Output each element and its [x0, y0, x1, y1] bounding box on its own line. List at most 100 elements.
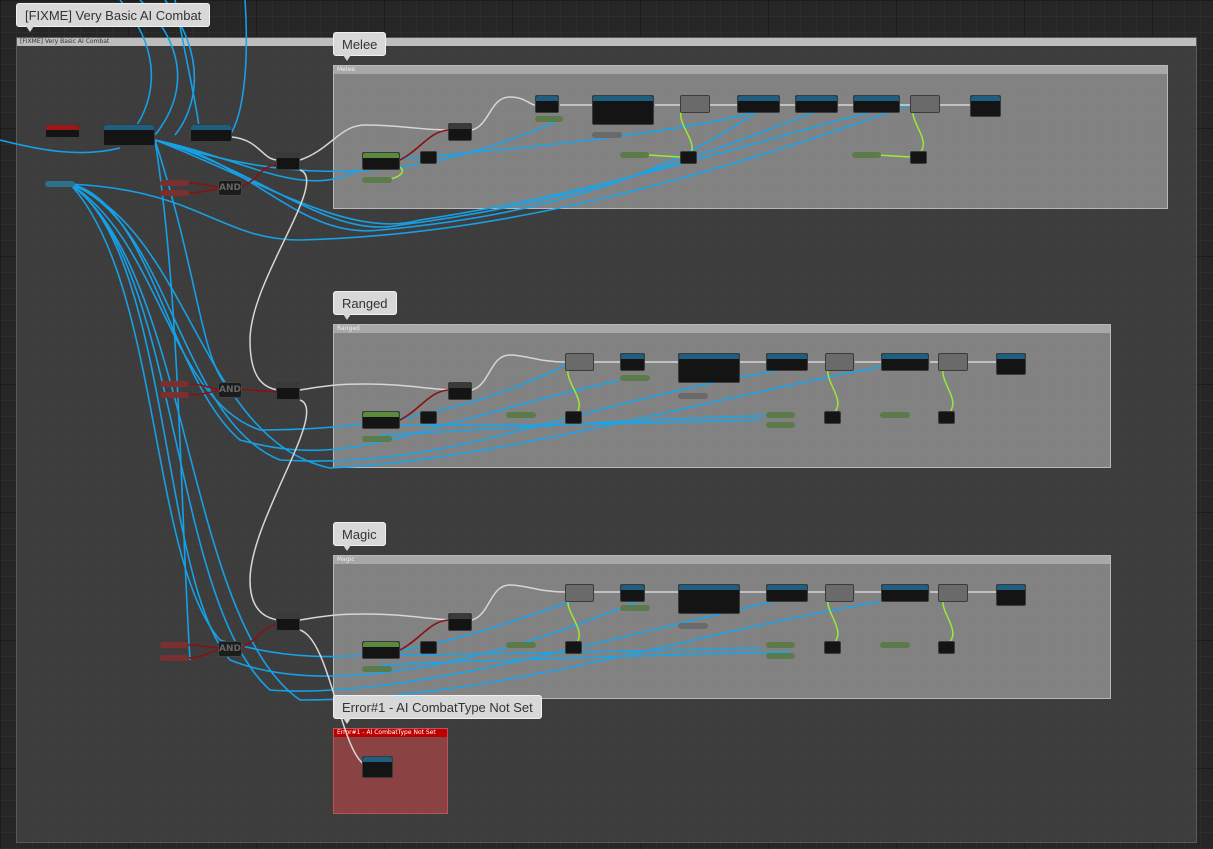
variable-node[interactable]: [362, 177, 392, 183]
variable-node[interactable]: [766, 422, 795, 428]
node-header: [738, 96, 779, 101]
node-header: [882, 354, 928, 359]
compare-node[interactable]: [824, 641, 841, 654]
comment-bubble-error[interactable]: Error#1 - AI CombatType Not Set: [333, 695, 542, 724]
set-node[interactable]: [565, 353, 594, 371]
pure-function-node[interactable]: [362, 152, 400, 170]
variable-node[interactable]: [592, 132, 622, 138]
compare-node[interactable]: [565, 411, 582, 424]
function-node[interactable]: [678, 353, 740, 383]
set-node[interactable]: [938, 353, 968, 371]
branch-node[interactable]: [448, 382, 472, 400]
variable-node[interactable]: [620, 605, 650, 611]
bool-variable[interactable]: [160, 381, 189, 387]
node-header: [997, 354, 1025, 359]
branch-node[interactable]: [276, 382, 300, 400]
node-header: [536, 96, 558, 101]
function-node[interactable]: [737, 95, 780, 113]
node-header: [621, 585, 644, 590]
function-node[interactable]: [970, 95, 1001, 117]
set-node[interactable]: [825, 584, 854, 602]
branch-node[interactable]: [276, 152, 300, 170]
function-node[interactable]: [592, 95, 654, 125]
function-node[interactable]: [766, 584, 808, 602]
compare-node[interactable]: [565, 641, 582, 654]
function-node[interactable]: [996, 584, 1026, 606]
node-header: [449, 614, 471, 619]
bool-variable[interactable]: [160, 655, 189, 661]
set-node[interactable]: [938, 584, 968, 602]
function-node[interactable]: [362, 756, 393, 778]
branch-node[interactable]: [276, 613, 300, 631]
node-header: [679, 585, 739, 590]
set-node[interactable]: [680, 95, 710, 113]
node-header: [104, 125, 154, 130]
variable-node[interactable]: [506, 642, 536, 648]
function-node[interactable]: [996, 353, 1026, 375]
node-header: [449, 124, 471, 129]
variable-node[interactable]: [535, 116, 563, 122]
node-header: [767, 585, 807, 590]
compare-node[interactable]: [420, 411, 437, 424]
function-node[interactable]: [535, 95, 559, 113]
pure-function-node[interactable]: [362, 641, 400, 659]
variable-node[interactable]: [45, 181, 75, 187]
variable-node[interactable]: [620, 375, 650, 381]
variable-node[interactable]: [766, 642, 795, 648]
set-node[interactable]: [910, 95, 940, 113]
compare-node[interactable]: [824, 411, 841, 424]
comment-bubble-melee[interactable]: Melee: [333, 32, 387, 61]
bool-variable[interactable]: [160, 190, 189, 196]
function-node[interactable]: [190, 124, 232, 142]
variable-node[interactable]: [620, 152, 649, 158]
function-node[interactable]: [881, 353, 929, 371]
comment-bubble-main[interactable]: [FIXME] Very Basic AI Combat: [16, 3, 211, 32]
variable-node[interactable]: [766, 653, 795, 659]
node-header: [679, 354, 739, 359]
node-header: [971, 96, 1000, 101]
set-node[interactable]: [565, 584, 594, 602]
bool-variable[interactable]: [160, 392, 189, 398]
variable-node[interactable]: [678, 623, 708, 629]
set-node[interactable]: [825, 353, 854, 371]
node-header: [363, 153, 399, 158]
variable-node[interactable]: [362, 436, 392, 442]
node-header: [449, 383, 471, 388]
function-node[interactable]: [620, 584, 645, 602]
and-node[interactable]: AND: [218, 180, 242, 196]
branch-node[interactable]: [448, 123, 472, 141]
node-header: [621, 354, 644, 359]
bool-variable[interactable]: [160, 180, 189, 186]
pure-function-node[interactable]: [362, 411, 400, 429]
node-header: [277, 614, 299, 619]
compare-node[interactable]: [938, 641, 955, 654]
node-header: [277, 383, 299, 388]
function-node[interactable]: [795, 95, 838, 113]
function-node[interactable]: [103, 124, 155, 146]
comment-bubble-magic[interactable]: Magic: [333, 522, 386, 551]
and-node[interactable]: AND: [218, 641, 242, 657]
variable-node[interactable]: [506, 412, 536, 418]
function-node[interactable]: [853, 95, 900, 113]
comment-bubble-ranged[interactable]: Ranged: [333, 291, 397, 320]
branch-node[interactable]: [448, 613, 472, 631]
variable-node[interactable]: [678, 393, 708, 399]
variable-node[interactable]: [766, 412, 795, 418]
and-node[interactable]: AND: [218, 382, 242, 398]
compare-node[interactable]: [420, 641, 437, 654]
function-node[interactable]: [620, 353, 645, 371]
event-node[interactable]: [45, 124, 80, 138]
variable-node[interactable]: [880, 412, 910, 418]
function-node[interactable]: [881, 584, 929, 602]
compare-node[interactable]: [938, 411, 955, 424]
variable-node[interactable]: [362, 666, 392, 672]
variable-node[interactable]: [880, 642, 910, 648]
variable-node[interactable]: [852, 152, 881, 158]
compare-node[interactable]: [680, 151, 697, 164]
node-header: [363, 412, 399, 417]
function-node[interactable]: [678, 584, 740, 614]
compare-node[interactable]: [420, 151, 437, 164]
bool-variable[interactable]: [160, 642, 189, 648]
compare-node[interactable]: [910, 151, 927, 164]
function-node[interactable]: [766, 353, 808, 371]
